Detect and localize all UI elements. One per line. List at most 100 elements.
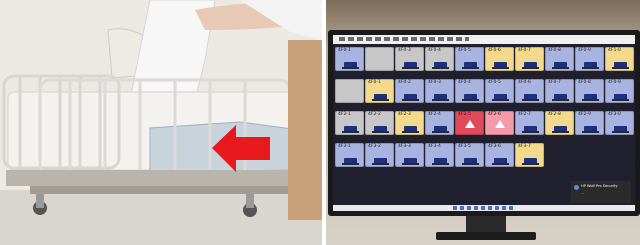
- bed-tile-label: 4F0-1: [368, 80, 381, 85]
- monitor-screen: 4F0-1 4F0-3 4F0-4 4F0-5 4F0-6 4F0-7 4F0-8 4F0-9…: [333, 35, 635, 211]
- bed-tile-label: 4F0-4: [428, 48, 441, 53]
- bed-tile[interactable]: [605, 143, 634, 167]
- bed-base-icon: [342, 67, 359, 69]
- bed-tile[interactable]: 4F3-0: [605, 111, 634, 135]
- bed-base-icon: [522, 67, 539, 69]
- bed-base-icon: [552, 131, 569, 133]
- bed-base-icon: [522, 131, 539, 133]
- bed-tile[interactable]: 4F3-4: [425, 143, 454, 167]
- bed-tile[interactable]: 4F0-5: [485, 79, 514, 103]
- bed-tile-label: 4F3-5: [458, 144, 471, 149]
- bed-base-icon: [522, 163, 539, 165]
- bed-base-icon: [612, 131, 629, 133]
- bed-tile[interactable]: 4F0-9: [605, 79, 634, 103]
- monitor-base: [436, 232, 536, 240]
- bed-tile-label: 4F0-4: [458, 80, 471, 85]
- bed-tile[interactable]: 4F0-7: [545, 79, 574, 103]
- bed-base-icon: [582, 67, 599, 69]
- bed-tile[interactable]: 4F2-9: [575, 111, 604, 135]
- bed-tile[interactable]: 4F2-8: [545, 111, 574, 135]
- bed-base-icon: [492, 99, 509, 101]
- bed-base-icon: [402, 67, 419, 69]
- bed-tile-label: 4F3-2: [368, 144, 381, 149]
- bed-tile[interactable]: 4F0-1: [365, 79, 394, 103]
- bed-tile[interactable]: 4F0-1: [335, 47, 364, 71]
- notification-toast[interactable]: HP Wolf Pro Security ...: [571, 181, 631, 203]
- bed-tile-label: 4F2-8: [548, 112, 561, 117]
- bed-tile[interactable]: [335, 79, 364, 103]
- bed-base-icon: [522, 99, 539, 101]
- bed-tile[interactable]: 4F2-3: [395, 111, 424, 135]
- bed-tile-label: 4F2-9: [578, 112, 591, 117]
- bed-base-icon: [372, 131, 389, 133]
- bed-tile[interactable]: [545, 143, 574, 167]
- bed-base-icon: [432, 131, 449, 133]
- bed-tile[interactable]: 4F0-3: [395, 47, 424, 71]
- bed-base-icon: [432, 163, 449, 165]
- bed-tile-label: 4F0-3: [428, 80, 441, 85]
- bed-tile[interactable]: 4F2-4: [425, 111, 454, 135]
- bed-base-icon: [492, 67, 509, 69]
- bed-tile[interactable]: 4F1-0: [605, 47, 634, 71]
- bed-base-icon: [432, 67, 449, 69]
- bed-tile-label: 4F3-7: [518, 144, 531, 149]
- bed-tile[interactable]: 4F0-3: [425, 79, 454, 103]
- bed-tile[interactable]: 4F2-6: [485, 111, 514, 135]
- bed-base-icon: [372, 163, 389, 165]
- bed-tile-label: 4F0-3: [398, 48, 411, 53]
- bed-tile[interactable]: 4F0-8: [575, 79, 604, 103]
- bed-base-icon: [342, 131, 359, 133]
- bed-tile-label: 4F0-9: [578, 48, 591, 53]
- bed-tile[interactable]: 4F3-5: [455, 143, 484, 167]
- bed-tile[interactable]: 4F2-5: [455, 111, 484, 135]
- warning-icon: [494, 120, 505, 129]
- bed-tile[interactable]: 4F0-6: [485, 47, 514, 71]
- bed-tile[interactable]: 4F0-6: [515, 79, 544, 103]
- bed-scene: [0, 0, 322, 245]
- bed-tile[interactable]: 4F2-2: [365, 111, 394, 135]
- bed-tile[interactable]: 4F3-3: [395, 143, 424, 167]
- bed-tile-label: 4F1-0: [608, 48, 621, 53]
- bed-base-icon: [612, 67, 629, 69]
- bed-base-icon: [582, 131, 599, 133]
- bed-tile[interactable]: 4F0-4: [455, 79, 484, 103]
- bed-base-icon: [372, 99, 389, 101]
- bed-tile[interactable]: 4F3-7: [515, 143, 544, 167]
- bed-base-icon: [462, 99, 479, 101]
- bed-tile[interactable]: 4F0-4: [425, 47, 454, 71]
- bed-tile[interactable]: [365, 47, 394, 71]
- monitor-photo: 4F0-1 4F0-3 4F0-4 4F0-5 4F0-6 4F0-7 4F0-8 4F0-9…: [326, 0, 640, 245]
- bed-tile-label: 4F2-2: [368, 112, 381, 117]
- bed-tile[interactable]: 4F0-9: [575, 47, 604, 71]
- bed-tile-label: 4F2-1: [338, 112, 351, 117]
- bed-tile-label: 4F2-3: [398, 112, 411, 117]
- bed-base-icon: [552, 99, 569, 101]
- bed-tile[interactable]: 4F3-6: [485, 143, 514, 167]
- bed-tile-label: 4F3-1: [338, 144, 351, 149]
- taskbar: [333, 205, 635, 211]
- bed-base-icon: [402, 131, 419, 133]
- bed-tile[interactable]: 4F0-7: [515, 47, 544, 71]
- bed-tile[interactable]: 4F3-2: [365, 143, 394, 167]
- bed-tile[interactable]: 4F0-8: [545, 47, 574, 71]
- bed-tile[interactable]: 4F2-7: [515, 111, 544, 135]
- bed-tile[interactable]: 4F0-5: [455, 47, 484, 71]
- bed-tile[interactable]: 4F2-1: [335, 111, 364, 135]
- bed-photo: [0, 0, 322, 245]
- bed-tile-label: 4F0-8: [548, 48, 561, 53]
- bed-base-icon: [582, 99, 599, 101]
- bed-tile[interactable]: 4F3-1: [335, 143, 364, 167]
- bed-tile-label: 4F2-7: [518, 112, 531, 117]
- toast-title: HP Wolf Pro Security: [581, 184, 618, 188]
- bed-tile-label: 4F0-9: [608, 80, 621, 85]
- warning-icon: [464, 120, 475, 129]
- bed-tile-label: 4F3-0: [608, 112, 621, 117]
- bed-tile-label: 4F2-4: [428, 112, 441, 117]
- bed-tile-label: 4F0-6: [518, 80, 531, 85]
- app-toolbar-strip: [339, 37, 469, 41]
- bed-tile[interactable]: [575, 143, 604, 167]
- bed-tile-label: 4F0-7: [518, 48, 531, 53]
- toast-icon: [574, 185, 579, 190]
- bed-base-icon: [462, 67, 479, 69]
- bed-tile[interactable]: 4F0-2: [395, 79, 424, 103]
